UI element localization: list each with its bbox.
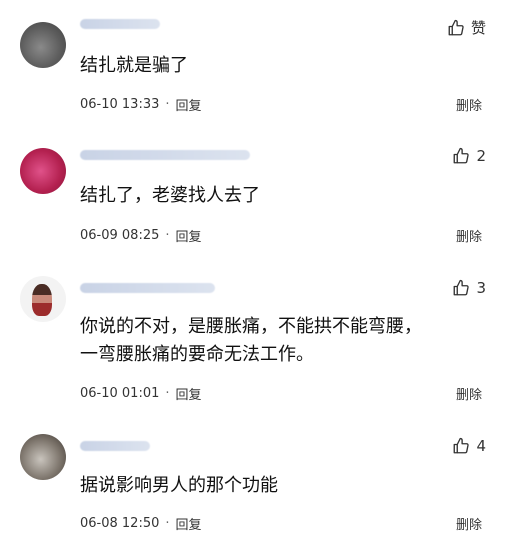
comment-meta: 06-10 13:33 · 回复 xyxy=(80,95,202,114)
avatar[interactable] xyxy=(20,434,66,480)
like-button[interactable]: 4 xyxy=(452,437,486,455)
reply-button[interactable]: 回复 xyxy=(176,384,202,403)
comment-text: 结扎就是骗了 xyxy=(80,55,188,76)
like-count: 3 xyxy=(476,279,486,297)
username-blurred[interactable] xyxy=(80,19,160,29)
thumbs-up-icon xyxy=(454,437,470,454)
delete-button[interactable]: 删除 xyxy=(456,95,482,114)
username-blurred[interactable] xyxy=(80,283,215,293)
avatar[interactable] xyxy=(20,22,66,68)
like-button[interactable]: 赞 xyxy=(447,17,486,38)
comment-meta: 06-09 08:25 · 回复 xyxy=(80,226,202,245)
like-button[interactable]: 2 xyxy=(452,147,486,165)
separator: · xyxy=(165,386,170,401)
reply-button[interactable]: 回复 xyxy=(176,514,202,533)
comment-meta: 06-10 01:01 · 回复 xyxy=(80,384,202,403)
comment-time: 06-09 08:25 xyxy=(80,228,160,243)
comment-time: 06-10 13:33 xyxy=(80,97,160,112)
delete-button[interactable]: 删除 xyxy=(456,514,482,533)
username-blurred[interactable] xyxy=(80,441,150,451)
reply-button[interactable]: 回复 xyxy=(176,95,202,114)
separator: · xyxy=(165,97,170,112)
comment-meta: 06-08 12:50 · 回复 xyxy=(80,514,202,533)
comment-text: 据说影响男人的那个功能 xyxy=(80,475,278,496)
reply-button[interactable]: 回复 xyxy=(176,226,202,245)
thumbs-up-icon xyxy=(454,147,470,164)
like-count: 2 xyxy=(476,147,486,165)
delete-button[interactable]: 删除 xyxy=(456,226,482,245)
username-blurred[interactable] xyxy=(80,150,250,160)
comment-time: 06-10 01:01 xyxy=(80,386,160,401)
like-count: 赞 xyxy=(470,19,486,37)
comment-text: 结扎了，老婆找人去了 xyxy=(80,185,260,206)
separator: · xyxy=(165,228,170,243)
comment-text: 你说的不对，是腰胀痛，不能拱不能弯腰， 一弯腰胀痛的要命无法工作。 xyxy=(80,316,422,365)
comment-time: 06-08 12:50 xyxy=(80,516,160,531)
like-button[interactable]: 3 xyxy=(452,279,486,297)
separator: · xyxy=(165,516,170,531)
delete-button[interactable]: 删除 xyxy=(456,384,482,403)
thumbs-up-icon xyxy=(448,19,464,35)
avatar[interactable] xyxy=(20,276,66,322)
like-count: 4 xyxy=(476,437,486,455)
thumbs-up-icon xyxy=(454,279,470,296)
avatar[interactable] xyxy=(20,148,66,194)
